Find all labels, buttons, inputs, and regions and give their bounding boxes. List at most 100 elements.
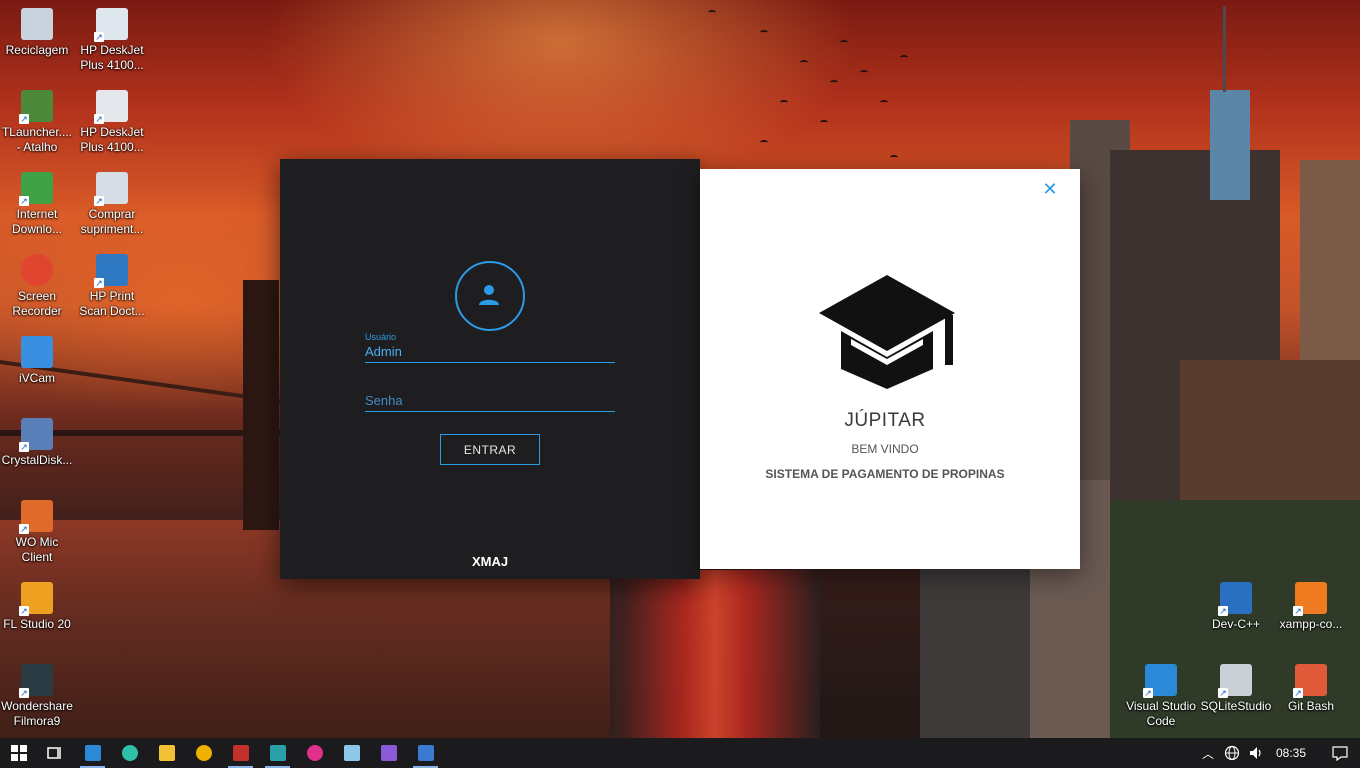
desktop-icon-screen-recorder[interactable]: Screen Recorder xyxy=(0,254,74,319)
shortcut-arrow-icon: ↗ xyxy=(1293,606,1303,616)
shortcut-arrow-icon: ↗ xyxy=(94,278,104,288)
taskbar-notepad[interactable] xyxy=(333,738,370,768)
taskbar-edge[interactable] xyxy=(111,738,148,768)
desktop-icon-label: iVCam xyxy=(18,371,55,385)
layers-icon xyxy=(269,745,286,761)
desktop-icon-label: FL Studio 20 xyxy=(3,617,71,631)
taskbar-app-layers[interactable] xyxy=(259,738,296,768)
shortcut-arrow-icon: ↗ xyxy=(19,196,29,206)
taskbar-java-app[interactable] xyxy=(407,738,444,768)
fl-studio-icon: ↗ xyxy=(19,582,53,616)
wallpaper-building xyxy=(1110,150,1280,740)
folder-icon xyxy=(158,745,175,761)
desktop-icon-internet-download[interactable]: ↗ Internet Downlo... xyxy=(0,172,74,237)
desktop-icon-ivcam[interactable]: iVCam xyxy=(0,336,74,386)
desktop-icon-comprar-suprimentos[interactable]: ↗ Comprar supriment... xyxy=(75,172,149,237)
graduation-cap-icon xyxy=(819,275,955,389)
wallpaper-bird xyxy=(890,155,898,160)
shortcut-arrow-icon: ↗ xyxy=(94,196,104,206)
desktop-icon-crystaldisk[interactable]: ↗ CrystalDisk... xyxy=(0,418,74,468)
close-button[interactable]: ✕ xyxy=(1040,180,1060,200)
show-hidden-icons-chevron-icon[interactable]: ︿ xyxy=(1198,745,1218,762)
system-tray: ︿ 08:35 xyxy=(1198,738,1348,768)
wallpaper-bird xyxy=(830,80,838,85)
desktop-icon-xampp[interactable]: ↗ xampp-co... xyxy=(1274,582,1348,632)
taskbar-app-pink[interactable] xyxy=(296,738,333,768)
scan-doctor-icon: ↗ xyxy=(94,254,128,288)
desktop-icon-fl-studio[interactable]: ↗ FL Studio 20 xyxy=(0,582,74,632)
desktop-icon-hp-print-scan[interactable]: ↗ HP Print Scan Doct... xyxy=(75,254,149,319)
desktop-icon-label: HP DeskJet Plus 4100... xyxy=(80,125,144,154)
taskbar: ︿ 08:35 xyxy=(0,738,1360,768)
taskbar-visual-studio[interactable] xyxy=(370,738,407,768)
desktop-icon-label: Visual Studio Code xyxy=(1126,699,1196,728)
wallpaper-bridge-tower xyxy=(243,280,279,530)
taskbar-file-explorer[interactable] xyxy=(148,738,185,768)
desktop-icon-label: HP Print Scan Doct... xyxy=(79,289,145,318)
clock[interactable]: 08:35 xyxy=(1276,746,1306,760)
taskbar-access[interactable] xyxy=(222,738,259,768)
desktop-icon-sqlitestudio[interactable]: ↗ SQLiteStudio xyxy=(1199,664,1273,714)
entrar-button[interactable]: ENTRAR xyxy=(440,434,540,465)
welcome-text: BEM VINDO xyxy=(851,442,919,456)
recycle-bin-icon xyxy=(21,8,53,40)
git-bash-icon: ↗ xyxy=(1293,664,1327,698)
wallpaper-bird xyxy=(800,60,808,65)
crystaldisk-icon: ↗ xyxy=(19,418,53,452)
filmora-icon: ↗ xyxy=(19,664,53,698)
password-input[interactable] xyxy=(365,391,615,412)
desktop-icon-label: Wondershare Filmora9 xyxy=(1,699,73,728)
printer-icon: ↗ xyxy=(94,90,128,124)
globe-icon[interactable] xyxy=(1224,745,1240,761)
desktop-icon-git-bash[interactable]: ↗ Git Bash xyxy=(1274,664,1348,714)
taskbar-app-yellow[interactable] xyxy=(185,738,222,768)
wallpaper-bird xyxy=(880,100,888,105)
shortcut-arrow-icon: ↗ xyxy=(1143,688,1153,698)
tlauncher-icon: ↗ xyxy=(19,90,53,124)
notifications-icon[interactable] xyxy=(1332,745,1348,761)
desktop-icon-tlauncher[interactable]: ↗ TLauncher.... - Atalho xyxy=(0,90,74,155)
taskbar-vscode[interactable] xyxy=(74,738,111,768)
desktop-icon-label: SQLiteStudio xyxy=(1200,699,1272,713)
start-button[interactable] xyxy=(0,738,37,768)
wallpaper-bird xyxy=(860,70,868,75)
user-icon xyxy=(479,285,499,305)
vscode-icon xyxy=(84,745,101,761)
ivcam-icon xyxy=(21,336,53,368)
task-view-button[interactable] xyxy=(36,738,73,768)
wallpaper-building xyxy=(920,560,1030,740)
username-input[interactable] xyxy=(365,342,615,363)
shortcut-arrow-icon: ↗ xyxy=(19,114,29,124)
microphone-icon: ↗ xyxy=(19,500,53,534)
desktop-icon-dev-cpp[interactable]: ↗ Dev-C++ xyxy=(1199,582,1273,632)
username-label: Usuário xyxy=(365,332,397,342)
wallpaper-building xyxy=(1210,90,1250,200)
welcome-panel: ✕ JÚPITAR BEM VINDO SISTEMA DE PAGAMENTO… xyxy=(700,169,1080,569)
desktop-icon-hp-deskjet-2[interactable]: ↗ HP DeskJet Plus 4100... xyxy=(75,90,149,155)
desktop-icon-label: xampp-co... xyxy=(1279,617,1343,631)
app-yellow-icon xyxy=(195,745,212,761)
password-field-group xyxy=(365,391,615,412)
desktop-icon-filmora[interactable]: ↗ Wondershare Filmora9 xyxy=(0,664,74,729)
desktop-icon-label: TLauncher.... - Atalho xyxy=(1,125,73,154)
visual-studio-icon xyxy=(380,745,397,761)
desktop-icon-wo-mic[interactable]: ↗ WO Mic Client xyxy=(0,500,74,565)
desktop-icon-recycle-bin[interactable]: Reciclagem xyxy=(0,8,74,58)
desktop-icon-label: WO Mic Client xyxy=(15,535,59,564)
volume-icon[interactable] xyxy=(1248,745,1264,761)
app-title: JÚPITAR xyxy=(844,410,926,431)
shortcut-arrow-icon: ↗ xyxy=(1218,606,1228,616)
desktop-icon-hp-deskjet-1[interactable]: ↗ HP DeskJet Plus 4100... xyxy=(75,8,149,73)
username-field-group: Usuário xyxy=(365,332,615,363)
database-icon: ↗ xyxy=(1218,664,1252,698)
desktop-icon-label: Internet Downlo... xyxy=(11,207,63,236)
desktop-icon-vscode[interactable]: ↗ Visual Studio Code xyxy=(1124,664,1198,729)
shortcut-arrow-icon: ↗ xyxy=(1293,688,1303,698)
notepad-icon xyxy=(343,745,360,761)
wallpaper-bird xyxy=(780,100,788,105)
footer-brand: XMAJ xyxy=(471,554,509,569)
wallpaper-bird xyxy=(820,120,828,125)
access-icon xyxy=(232,745,249,761)
desktop-icon-label: CrystalDisk... xyxy=(1,453,73,467)
app-subtitle: SISTEMA DE PAGAMENTO DE PROPINAS xyxy=(765,467,1005,481)
